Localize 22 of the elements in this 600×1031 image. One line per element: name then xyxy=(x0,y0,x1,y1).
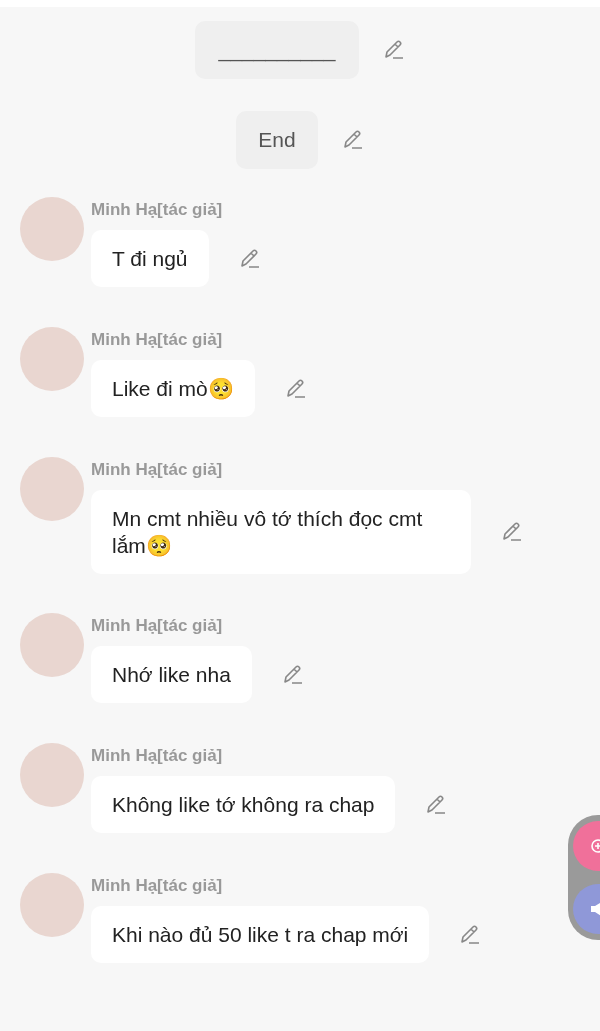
message-bubble: Mn cmt nhiều vô tớ thích đọc cmt lắm🥺 xyxy=(91,490,471,574)
author-name: Minh Hạ[tác giả] xyxy=(91,616,224,636)
edit-icon[interactable] xyxy=(425,793,448,816)
author-name: Minh Hạ[tác giả] xyxy=(91,876,224,896)
edit-icon[interactable] xyxy=(284,377,307,400)
edit-icon[interactable] xyxy=(501,521,523,543)
edit-icon[interactable] xyxy=(383,39,405,61)
message-bubble: T đi ngủ xyxy=(91,230,209,287)
author-name: Minh Hạ[tác giả] xyxy=(91,460,224,480)
edit-icon[interactable] xyxy=(341,129,364,151)
edit-icon[interactable] xyxy=(238,247,261,270)
edit-icon[interactable] xyxy=(281,663,304,686)
system-message: End xyxy=(236,111,318,169)
message-bubble: Nhớ like nha xyxy=(91,646,252,703)
message-bubble: Like đi mò🥺 xyxy=(91,360,255,417)
message-bubble: Khi nào đủ 50 like t ra chap mới xyxy=(91,906,430,963)
author-name: Minh Hạ[tác giả] xyxy=(91,746,224,766)
edit-icon[interactable] xyxy=(459,923,482,946)
author-name: Minh Hạ[tác giả] xyxy=(91,330,224,350)
message-bubble: Không like tớ không ra chap xyxy=(91,776,396,833)
system-message: __________ xyxy=(195,21,359,79)
author-name: Minh Hạ[tác giả] xyxy=(91,200,224,220)
